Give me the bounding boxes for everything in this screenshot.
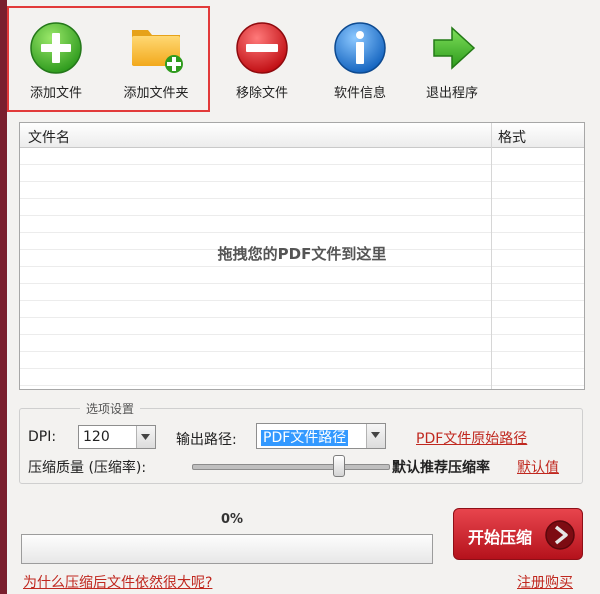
drop-hint: 拖拽您的PDF文件到这里 <box>217 245 387 263</box>
start-compress-label: 开始压缩 <box>468 528 533 547</box>
file-list[interactable]: 文件名 格式 拖拽您的PDF文件到这里 <box>19 122 585 390</box>
why-large-link[interactable]: 为什么压缩后文件依然很大呢? <box>23 572 212 592</box>
add-file-button[interactable]: 添加文件 <box>11 20 101 101</box>
output-path-dropdown-arrow[interactable] <box>366 424 385 448</box>
minus-circle-icon <box>236 22 288 74</box>
toolbar: 添加文件 添加文件夹 移除文件 软件信息 退出程序 <box>7 0 600 118</box>
exit-program-button[interactable]: 退出程序 <box>407 20 497 101</box>
progress-bar <box>21 534 433 564</box>
software-info-button[interactable]: 软件信息 <box>315 20 405 101</box>
default-value-link[interactable]: 默认值 <box>517 457 559 477</box>
add-folder-button[interactable]: 添加文件夹 <box>111 20 201 101</box>
quality-label: 压缩质量 (压缩率): <box>28 460 147 476</box>
file-list-header: 文件名 格式 <box>20 123 584 148</box>
options-legend: 选项设置 <box>80 400 141 417</box>
chevron-down-icon <box>141 434 150 440</box>
register-link[interactable]: 注册购买 <box>517 572 573 592</box>
progress-percent: 0% <box>221 512 244 527</box>
folder-plus-icon <box>132 30 183 73</box>
app-window: 添加文件 添加文件夹 移除文件 软件信息 退出程序 文件名 格式 拖拽您的PDF… <box>7 0 600 594</box>
remove-file-button[interactable]: 移除文件 <box>217 20 307 101</box>
output-path-value: PDF文件路径 <box>261 430 349 446</box>
dpi-select[interactable]: 120 <box>78 425 156 449</box>
output-path-label: 输出路径: <box>176 432 237 448</box>
recommended-text: 默认推荐压缩率 <box>392 460 490 476</box>
chevron-down-icon <box>371 432 380 438</box>
add-folder-label: 添加文件夹 <box>123 86 189 101</box>
dpi-label: DPI: <box>28 429 57 445</box>
remove-file-label: 移除文件 <box>235 86 288 101</box>
quality-slider-thumb[interactable] <box>333 455 345 477</box>
exit-program-label: 退出程序 <box>425 86 478 101</box>
dpi-dropdown-arrow[interactable] <box>136 426 155 448</box>
column-header-format[interactable]: 格式 <box>498 127 526 147</box>
arrow-right-icon <box>433 26 476 70</box>
start-compress-button[interactable]: 开始压缩 <box>453 508 583 560</box>
quality-slider-track[interactable] <box>192 464 390 470</box>
chevron-right-circle-icon <box>545 520 575 550</box>
dpi-value: 120 <box>83 429 110 445</box>
column-header-filename[interactable]: 文件名 <box>28 127 70 147</box>
plus-circle-icon <box>30 22 82 74</box>
info-circle-icon <box>334 22 386 74</box>
original-path-link[interactable]: PDF文件原始路径 <box>416 428 527 448</box>
add-file-label: 添加文件 <box>29 86 82 101</box>
output-path-select[interactable]: PDF文件路径 <box>256 423 386 449</box>
software-info-label: 软件信息 <box>333 86 386 101</box>
file-list-rows <box>20 148 584 389</box>
options-group: 选项设置 DPI: 120 输出路径: PDF文件路径 PDF文件原始路径 压缩… <box>19 400 583 484</box>
